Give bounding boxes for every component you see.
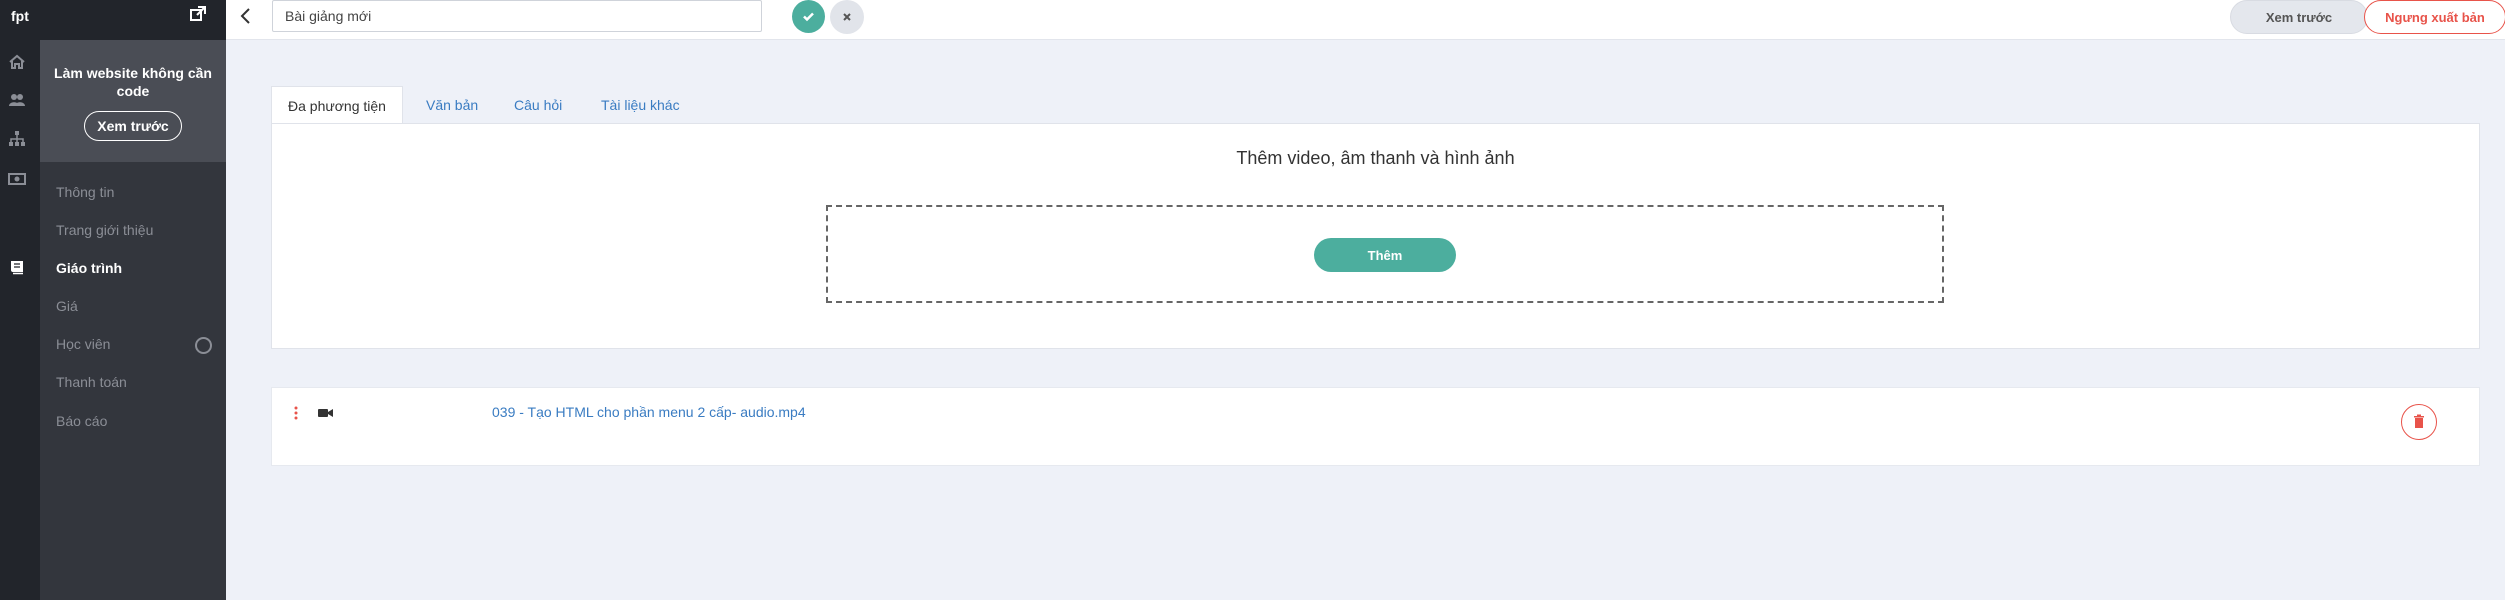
close-icon	[843, 13, 851, 21]
sidebar-item-students[interactable]: Học viên	[56, 336, 110, 352]
sidebar-item-payments[interactable]: Thanh toán	[56, 374, 127, 390]
sidebar-item-price[interactable]: Giá	[56, 298, 78, 314]
multimedia-panel: Thêm video, âm thanh và hình ảnh Thêm	[271, 123, 2480, 349]
sidebar-item-reports[interactable]: Báo cáo	[56, 413, 107, 429]
tab-other-documents[interactable]: Tài liệu khác	[585, 86, 696, 124]
back-arrow-icon[interactable]	[236, 6, 256, 26]
tab-questions[interactable]: Câu hỏi	[498, 86, 578, 124]
add-media-button[interactable]: Thêm	[1314, 238, 1456, 272]
preview-button[interactable]: Xem trước	[2230, 0, 2368, 34]
panel-heading: Thêm video, âm thanh và hình ảnh	[1236, 148, 1515, 168]
video-camera-icon	[318, 409, 333, 417]
confirm-title-button[interactable]	[792, 0, 825, 33]
sidebar-item-info[interactable]: Thông tin	[56, 184, 114, 200]
brand-bar: fpt	[0, 0, 226, 40]
upload-dropzone[interactable]: Thêm	[826, 205, 1944, 303]
sitemap-icon[interactable]	[8, 130, 26, 148]
drag-handle-icon[interactable]	[293, 406, 299, 420]
promo-preview-button[interactable]: Xem trước	[84, 111, 182, 141]
course-sidebar: Làm website không cần code Xem trước Thô…	[40, 40, 226, 600]
cancel-title-button[interactable]	[830, 0, 864, 34]
delete-file-button[interactable]	[2401, 404, 2437, 440]
tab-multimedia[interactable]: Đa phương tiện	[271, 86, 403, 124]
tab-text[interactable]: Văn bản	[410, 86, 494, 124]
sidebar-item-intro-page[interactable]: Trang giới thiệu	[56, 222, 153, 238]
check-icon	[803, 12, 814, 22]
promo-card: Làm website không cần code Xem trước	[40, 40, 226, 162]
file-name-link[interactable]: 039 - Tạo HTML cho phần menu 2 cấp- audi…	[492, 404, 806, 420]
top-bar: Xem trước Ngưng xuất bản	[226, 0, 2505, 40]
users-icon[interactable]	[8, 91, 26, 109]
status-circle-icon	[195, 337, 212, 354]
unpublish-button[interactable]: Ngưng xuất bản	[2364, 0, 2505, 34]
lesson-title-input[interactable]	[272, 0, 762, 32]
list-item: 039 - Tạo HTML cho phần menu 2 cấp- audi…	[271, 387, 2480, 466]
brand-name: fpt	[11, 8, 29, 24]
sidebar-item-curriculum[interactable]: Giáo trình	[56, 260, 122, 276]
trash-icon	[2414, 414, 2424, 428]
external-link-icon[interactable]	[190, 6, 206, 22]
book-icon[interactable]	[8, 258, 26, 276]
home-icon[interactable]	[8, 53, 26, 71]
promo-text: Làm website không cần code	[54, 65, 212, 99]
icon-rail	[0, 0, 40, 600]
money-icon[interactable]	[8, 170, 26, 188]
